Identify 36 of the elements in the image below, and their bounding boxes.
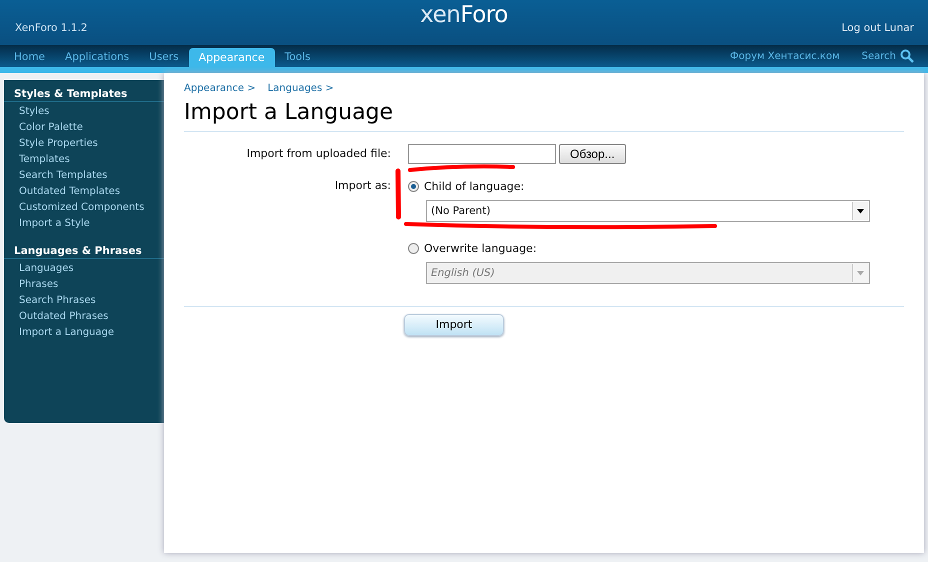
sidebar-item[interactable]: Phrases	[4, 277, 164, 293]
forum-link[interactable]: Форум Хентасис.ком	[730, 50, 840, 62]
sidebar-item[interactable]: Style Properties	[4, 136, 164, 152]
option-label: Child of language:	[424, 180, 524, 192]
sidebar-item[interactable]: Outdated Templates	[4, 184, 164, 200]
sidebar-item[interactable]: Templates	[4, 152, 164, 168]
search-icon[interactable]	[900, 49, 914, 63]
sidebar-item[interactable]: Search Phrases	[4, 293, 164, 309]
logout-link[interactable]: Log out Lunar	[842, 22, 914, 34]
page-title: Import a Language	[184, 100, 904, 132]
breadcrumb-link[interactable]: Languages >	[268, 83, 334, 94]
language-dropdown[interactable]: (No Parent)	[426, 200, 870, 222]
nav-tab[interactable]: Applications	[55, 48, 140, 67]
nav-tab[interactable]: Tools	[274, 48, 320, 67]
breadcrumb-link[interactable]: Appearance >	[184, 83, 256, 94]
radio-button[interactable]	[408, 180, 419, 192]
sidebar-item[interactable]: Customized Components	[4, 200, 164, 216]
sidebar-item[interactable]: Styles	[4, 104, 164, 120]
field-label: Import from uploaded file:	[246, 146, 391, 160]
sidebar-item[interactable]: Search Templates	[4, 168, 164, 184]
import-button[interactable]: Import	[404, 314, 504, 336]
nav-tab[interactable]: Home	[4, 48, 56, 67]
nav-tab[interactable]: Users	[139, 48, 189, 67]
sidebar-item[interactable]: Outdated Phrases	[4, 309, 164, 325]
sidebar-item[interactable]: Import a Language	[4, 325, 164, 341]
option-label: Overwrite language:	[424, 242, 537, 254]
field-label: Import as:	[334, 178, 391, 192]
sidebar-item[interactable]: Color Palette	[4, 120, 164, 136]
file-input-field[interactable]	[408, 144, 556, 164]
search-link[interactable]: Search	[862, 50, 896, 62]
logo[interactable]: xenForo	[420, 2, 508, 28]
dropdown-arrow-icon[interactable]	[857, 208, 864, 214]
sidebar-item[interactable]: Import a Style	[4, 216, 164, 232]
browse-button[interactable]: Обзор...	[559, 144, 626, 164]
version-label: XenForo 1.1.2	[15, 22, 88, 34]
sidebar-item[interactable]: Languages	[4, 261, 164, 277]
